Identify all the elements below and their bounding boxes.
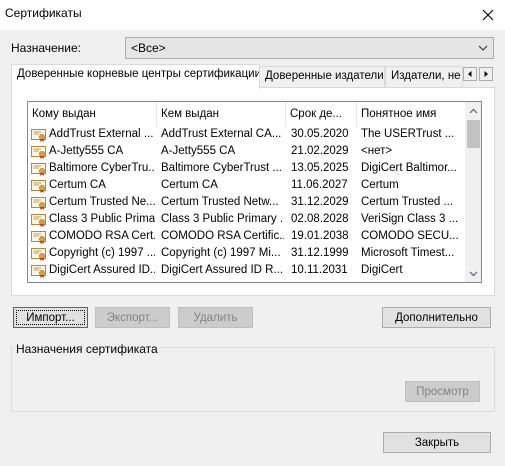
cell-expiration: 19.01.2038 [291,230,349,242]
tab-label: Доверенные корневые центры сертификации [17,68,260,80]
certificate-icon [31,180,46,193]
cell-issued-by: Certum CA [161,179,218,191]
cell-expiration: 30.05.2020 [291,128,349,140]
certificate-purposes-label: Назначения сертификата [14,342,160,356]
certificate-icon [31,231,46,244]
tab-scroll-left-button[interactable] [463,67,477,81]
tab-trusted-root[interactable]: Доверенные корневые центры сертификации [11,64,260,89]
cell-issued-by: AddTrust External CA... [161,128,282,140]
cell-expiration: 11.06.2027 [291,179,348,191]
table-row[interactable]: AddTrust External ... AddTrust External C… [28,127,465,144]
vertical-scrollbar[interactable] [465,102,481,282]
table-row[interactable]: Copyright (c) 1997 ... Copyright (c) 1997… [28,246,465,263]
scroll-thumb[interactable] [467,120,480,148]
tab-label: Издатели, не [391,70,461,82]
cell-issued-to: COMODO RSA Cert... [49,230,155,242]
cell-expiration: 13.05.2025 [291,162,349,174]
cell-issued-by: COMODO RSA Certific... [161,230,284,242]
certificate-icon [31,265,46,278]
table-row[interactable]: Certum CA Certum CA 11.06.2027 Certum [28,178,465,195]
cell-issued-to: Certum Trusted Ne... [49,196,155,208]
scroll-down-button[interactable] [465,265,481,282]
cell-expiration: 31.12.1999 [291,247,349,259]
delete-button[interactable]: Удалить [178,307,253,328]
cell-issued-to: AddTrust External ... [49,128,154,140]
table-row[interactable]: COMODO RSA Cert... COMODO RSA Certific...… [28,229,465,246]
cell-issued-to: Copyright (c) 1997 ... [49,247,155,259]
cell-expiration: 31.12.2029 [291,196,349,208]
chevron-down-icon [478,45,488,51]
tab-untrusted-publishers[interactable]: Издатели, не [385,66,463,87]
cell-friendly-name: Certum Trusted ... [361,196,454,208]
certificate-icon [31,197,46,210]
cell-issued-to: Class 3 Public Prima... [49,213,155,225]
cell-friendly-name: Microsoft Timest... [361,247,455,259]
cell-friendly-name: COMODO SECU... [361,230,459,242]
close-icon [482,9,493,21]
purpose-value: <Все> [131,41,166,55]
cell-issued-to: A-Jetty555 CA [49,145,124,157]
column-header-issued-to[interactable]: Кому выдан [28,102,157,127]
advanced-button[interactable]: Дополнительно [382,307,491,328]
cell-friendly-name: Certum [361,179,399,191]
column-header-expiration[interactable]: Срок де... [286,102,357,127]
cell-issued-by: DigiCert Assured ID R... [161,264,284,276]
certificate-icon [31,214,46,227]
cell-issued-by: Certum Trusted Netw... [161,196,279,208]
table-row[interactable]: DigiCert Assured ID... DigiCert Assured I… [28,263,465,280]
certificate-purposes-group [11,347,495,412]
cell-issued-by: Class 3 Public Primary ... [161,213,284,225]
chevron-up-icon [469,108,478,113]
cell-issued-by: Copyright (c) 1997 Mi... [161,247,281,259]
table-row[interactable]: Certum Trusted Ne... Certum Trusted Netw.… [28,195,465,212]
cell-friendly-name: DigiCert Baltimor... [361,162,457,174]
tab-scroll-right-button[interactable] [479,67,493,81]
chevron-down-icon [469,271,478,276]
table-row[interactable]: A-Jetty555 CA A-Jetty555 CA 21.02.2029 <нет… [28,144,465,161]
column-header-friendly-name[interactable]: Понятное имя [357,102,465,127]
list-rows: AddTrust External ... AddTrust External C… [28,127,465,280]
cell-issued-to: DigiCert Assured ID... [49,264,155,276]
certificate-icon [31,248,46,261]
cell-expiration: 02.08.2028 [291,213,349,225]
cell-friendly-name: DigiCert [361,264,403,276]
close-window-button[interactable] [470,0,505,30]
import-button[interactable]: Импорт... [13,307,88,328]
certificate-list[interactable]: Кому выдан Кем выдан Срок де... Понятное… [27,101,482,283]
export-button[interactable]: Экспорт... [95,307,170,328]
column-header-issued-by[interactable]: Кем выдан [157,102,286,127]
close-button[interactable]: Закрыть [383,432,491,453]
certificate-icon [31,129,46,142]
cell-issued-by: A-Jetty555 CA [161,145,236,157]
chevron-right-icon [484,71,488,77]
table-row[interactable]: Class 3 Public Prima... Class 3 Public Pr… [28,212,465,229]
view-button[interactable]: Просмотр [405,381,480,402]
tab-trusted-publishers[interactable]: Доверенные издатели [259,66,385,87]
cell-friendly-name: VeriSign Class 3 ... [361,213,459,225]
cell-issued-to: Baltimore CyberTru... [49,162,155,174]
certificate-icon [31,146,46,159]
tab-label: Доверенные издатели [265,70,384,82]
purpose-combobox[interactable]: <Все> [125,37,494,59]
cell-issued-to: Certum CA [49,179,106,191]
certificate-icon [31,163,46,176]
table-row[interactable]: Baltimore CyberTru... Baltimore CyberTrus… [28,161,465,178]
scroll-up-button[interactable] [465,102,481,119]
chevron-left-icon [468,71,472,77]
purpose-label: Назначение: [11,41,82,55]
cell-friendly-name: The USERTrust ... [361,128,455,140]
cell-friendly-name: <нет> [361,145,393,157]
cell-expiration: 10.11.2031 [291,264,348,276]
list-header: Кому выдан Кем выдан Срок де... Понятное… [28,102,465,127]
cell-expiration: 21.02.2029 [291,145,349,157]
cell-issued-by: Baltimore CyberTrust ... [161,162,282,174]
window-title: Сертификаты [5,6,82,20]
